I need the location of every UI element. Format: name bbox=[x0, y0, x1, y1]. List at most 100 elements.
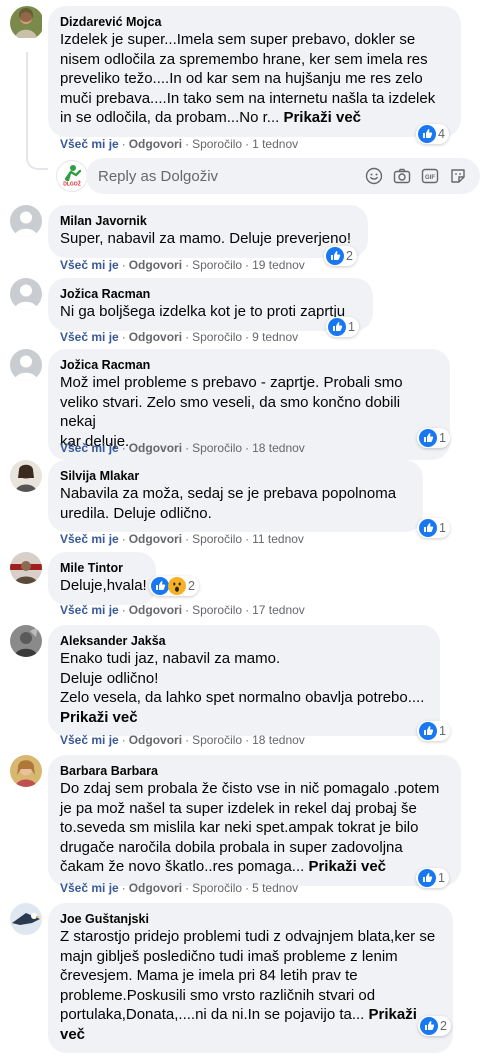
like-button[interactable]: Všeč mi je bbox=[60, 137, 119, 151]
comment-author[interactable]: Joe Guštanjski bbox=[60, 911, 441, 927]
reaction-count: 2 bbox=[440, 1019, 447, 1033]
comment-text: Deluje,hvala! bbox=[60, 577, 147, 594]
avatar[interactable] bbox=[10, 625, 42, 657]
message-button[interactable]: Sporočilo bbox=[192, 441, 242, 455]
sticker-icon[interactable] bbox=[448, 166, 468, 186]
show-more-link[interactable]: Prikaži več bbox=[60, 709, 138, 726]
message-button[interactable]: Sporočilo bbox=[192, 733, 242, 747]
like-button[interactable]: Všeč mi je bbox=[60, 881, 119, 895]
comment-actions: Všeč mi je · Odgovori · Sporočilo · 18 tednov bbox=[60, 440, 305, 456]
like-reaction-icon bbox=[326, 247, 344, 265]
avatar[interactable] bbox=[10, 349, 42, 381]
reaction-count: 1 bbox=[439, 521, 446, 535]
separator: · bbox=[121, 441, 126, 455]
show-more-link[interactable]: Prikaži več bbox=[308, 858, 386, 875]
message-button[interactable]: Sporočilo bbox=[192, 603, 242, 617]
comment-time[interactable]: 18 tednov bbox=[252, 441, 305, 455]
comment-author[interactable]: Barbara Barbara bbox=[60, 763, 449, 779]
reaction-count: 2 bbox=[188, 579, 195, 593]
separator: · bbox=[185, 532, 190, 546]
like-reaction-icon bbox=[328, 318, 346, 336]
separator: · bbox=[121, 258, 126, 272]
reaction-summary[interactable]: 2 bbox=[324, 246, 357, 266]
reply-button[interactable]: Odgovori bbox=[129, 881, 182, 895]
message-button[interactable]: Sporočilo bbox=[192, 532, 242, 546]
message-button[interactable]: Sporočilo bbox=[192, 137, 242, 151]
reaction-summary[interactable]: 2 bbox=[149, 576, 199, 596]
separator: · bbox=[121, 532, 126, 546]
comment: Mile Tintor Deluje,hvala! 2 Všeč mi je · O… bbox=[10, 552, 480, 622]
comment-author[interactable]: Jožica Racman bbox=[60, 357, 438, 373]
comment-author[interactable]: Silvija Mlakar bbox=[60, 468, 411, 484]
separator: · bbox=[185, 330, 190, 344]
comment: Dizdarević Mojca Izdelek je super...Imel… bbox=[10, 6, 480, 156]
avatar[interactable] bbox=[10, 460, 42, 492]
comment-bubble: Barbara Barbara Do zdaj sem probala že č… bbox=[48, 755, 461, 886]
show-more-link[interactable]: Prikaži več bbox=[283, 109, 361, 126]
separator: · bbox=[121, 330, 126, 344]
reply-row: DLGOŽ GIF bbox=[56, 158, 480, 194]
reaction-summary[interactable]: 1 bbox=[417, 721, 450, 741]
comment-time[interactable]: 9 tednov bbox=[252, 330, 298, 344]
message-button[interactable]: Sporočilo bbox=[192, 258, 242, 272]
avatar[interactable] bbox=[10, 6, 44, 40]
comment-time[interactable]: 11 tednov bbox=[252, 532, 304, 546]
avatar[interactable] bbox=[10, 755, 42, 787]
smiley-icon[interactable] bbox=[364, 166, 384, 186]
comment-time[interactable]: 1 tednov bbox=[252, 137, 298, 151]
comment-text: Ni ga boljšega izdelka kot je to proti z… bbox=[60, 303, 346, 320]
reply-button[interactable]: Odgovori bbox=[129, 441, 182, 455]
avatar[interactable] bbox=[10, 552, 42, 584]
separator: · bbox=[245, 330, 250, 344]
reply-button[interactable]: Odgovori bbox=[129, 330, 182, 344]
comment-author[interactable]: Milan Javornik bbox=[60, 213, 356, 229]
comment-author[interactable]: Aleksander Jakša bbox=[60, 633, 428, 649]
comment-time[interactable]: 5 tednov bbox=[252, 881, 298, 895]
reply-button[interactable]: Odgovori bbox=[129, 733, 182, 747]
comment-author[interactable]: Dizdarević Mojca bbox=[60, 14, 449, 30]
reaction-summary[interactable]: 2 bbox=[418, 1016, 451, 1036]
message-button[interactable]: Sporočilo bbox=[192, 881, 242, 895]
comment-text-wrap: Izdelek je super...Imela sem super preba… bbox=[60, 30, 449, 128]
reaction-count: 1 bbox=[348, 320, 355, 334]
reply-button[interactable]: Odgovori bbox=[129, 258, 182, 272]
like-button[interactable]: Všeč mi je bbox=[60, 603, 119, 617]
comment-time[interactable]: 17 tednov bbox=[252, 603, 305, 617]
separator: · bbox=[185, 137, 190, 151]
gif-icon[interactable]: GIF bbox=[420, 166, 440, 186]
like-button[interactable]: Všeč mi je bbox=[60, 330, 119, 344]
avatar[interactable] bbox=[10, 205, 42, 237]
reaction-summary[interactable]: 1 bbox=[417, 518, 450, 538]
comment-bubble: Dizdarević Mojca Izdelek je super...Imel… bbox=[48, 6, 461, 137]
reply-input[interactable] bbox=[98, 167, 364, 185]
reply-tools: GIF bbox=[364, 166, 468, 186]
comment-time[interactable]: 18 tednov bbox=[252, 733, 305, 747]
like-button[interactable]: Všeč mi je bbox=[60, 258, 119, 272]
camera-icon[interactable] bbox=[392, 166, 412, 186]
comment-author[interactable]: Jožica Racman bbox=[60, 286, 361, 302]
separator: · bbox=[245, 881, 250, 895]
comment: Aleksander Jakša Enako tudi jaz, nabavil… bbox=[10, 625, 480, 753]
reaction-summary[interactable]: 1 bbox=[417, 428, 450, 448]
reaction-summary[interactable]: 4 bbox=[416, 124, 449, 144]
comment-bubble: Silvija Mlakar Nabavila za moža, sedaj s… bbox=[48, 460, 423, 532]
comment-actions: Všeč mi je · Odgovori · Sporočilo · 5 tednov bbox=[60, 880, 298, 896]
reaction-summary[interactable]: 1 bbox=[416, 868, 449, 888]
avatar[interactable] bbox=[10, 903, 42, 935]
separator: · bbox=[121, 137, 126, 151]
reply-button[interactable]: Odgovori bbox=[129, 603, 182, 617]
avatar[interactable] bbox=[10, 278, 42, 310]
comment: Jožica Racman Mož imel probleme s prebav… bbox=[10, 349, 480, 460]
comment-author[interactable]: Mile Tintor bbox=[60, 560, 144, 576]
like-button[interactable]: Všeč mi je bbox=[60, 733, 119, 747]
reply-button[interactable]: Odgovori bbox=[129, 137, 182, 151]
separator: · bbox=[245, 137, 250, 151]
like-button[interactable]: Všeč mi je bbox=[60, 532, 119, 546]
comment-time[interactable]: 19 tednov bbox=[252, 258, 305, 272]
message-button[interactable]: Sporočilo bbox=[192, 330, 242, 344]
reaction-summary[interactable]: 1 bbox=[326, 317, 359, 337]
comment-actions: Všeč mi je · Odgovori · Sporočilo · 17 tednov bbox=[60, 602, 305, 618]
reply-button[interactable]: Odgovori bbox=[129, 532, 182, 546]
like-button[interactable]: Všeč mi je bbox=[60, 441, 119, 455]
comment-bubble: Jožica Racman Ni ga boljšega izdelka kot… bbox=[48, 278, 373, 331]
